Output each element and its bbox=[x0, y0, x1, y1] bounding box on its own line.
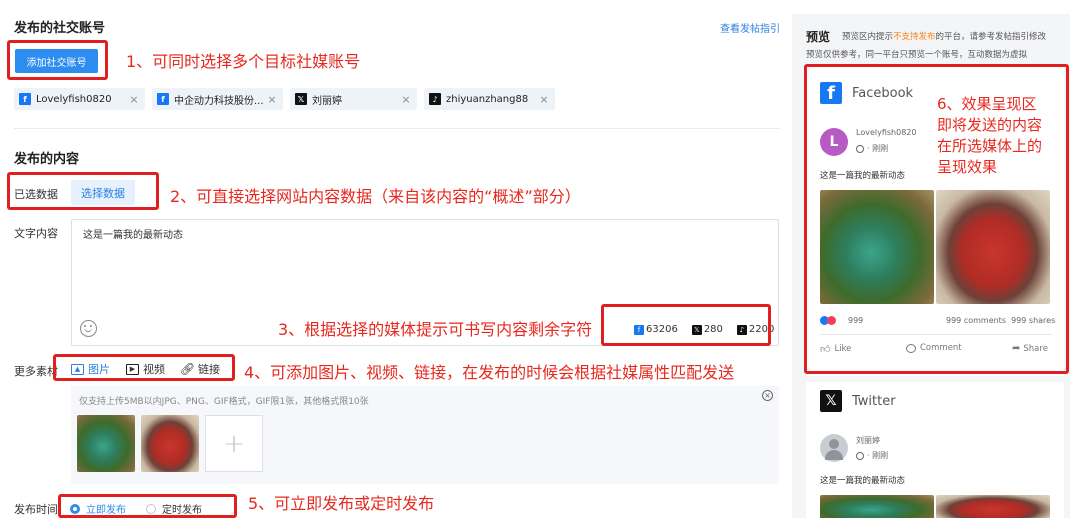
upload-area: 仅支持上传5MB以内JPG、PNG、GIF格式，GIF限1张，其他格式限10张 … bbox=[71, 386, 779, 484]
preview-title: 预览 bbox=[806, 30, 831, 44]
account-chip-facebook-2: f 中企动力科技股份... × bbox=[152, 88, 283, 110]
preview-notice: 预览区内提示不支持发布的平台，请参考发帖指引修改 bbox=[842, 30, 1046, 42]
account-chip-facebook-1: f Lovelyfish0820 × bbox=[14, 88, 145, 110]
facebook-icon: f bbox=[19, 93, 31, 105]
annotation-box-5 bbox=[58, 494, 237, 518]
annotation-box-4 bbox=[53, 354, 235, 381]
annotation-6-line: 即将发送的内容 bbox=[937, 116, 1043, 134]
facebook-icon: f bbox=[157, 93, 169, 105]
account-chip-tiktok: ♪ zhiyuanzhang88 × bbox=[424, 88, 555, 110]
twitter-post-time: · 刚刚 bbox=[856, 450, 888, 461]
account-chip-x: 𝕏 刘丽婷 × bbox=[290, 88, 417, 110]
globe-icon bbox=[856, 451, 864, 460]
tiktok-icon: ♪ bbox=[429, 93, 441, 105]
x-icon: 𝕏 bbox=[820, 390, 842, 412]
more-media-label: 更多素材 bbox=[14, 365, 58, 378]
annotation-1: 1、可同时选择多个目标社媒账号 bbox=[126, 52, 361, 71]
preview-panel: 预览 预览区内提示不支持发布的平台，请参考发帖指引修改 预览仅供参考，同一平台只… bbox=[792, 14, 1070, 518]
remove-chip-icon[interactable]: × bbox=[127, 93, 141, 106]
annotation-box-3 bbox=[601, 304, 771, 346]
account-chip-label: Lovelyfish0820 bbox=[36, 93, 112, 105]
avatar bbox=[820, 434, 848, 462]
twitter-platform-name: Twitter bbox=[852, 394, 896, 409]
section-divider bbox=[14, 128, 780, 129]
emoji-icon[interactable] bbox=[80, 320, 97, 337]
annotation-box-2 bbox=[7, 172, 159, 210]
close-upload-icon[interactable]: × bbox=[762, 390, 773, 401]
preview-image bbox=[936, 495, 1050, 518]
post-text-value: 这是一篇我的最新动态 bbox=[83, 230, 183, 241]
annotation-3: 3、根据选择的媒体提示可书写内容剩余字符 bbox=[278, 320, 593, 339]
preview-notice-text: 预览区内提示 bbox=[842, 32, 894, 42]
content-section-title: 发布的内容 bbox=[14, 152, 80, 167]
remove-chip-icon[interactable]: × bbox=[537, 93, 551, 106]
accounts-section-title: 发布的社交账号 bbox=[14, 21, 106, 36]
annotation-6-line: 呈现效果 bbox=[937, 158, 998, 176]
annotation-4: 4、可添加图片、视频、链接，在发布的时候会根据社媒属性匹配发送 bbox=[244, 363, 735, 382]
uploaded-image-thumb[interactable] bbox=[77, 415, 135, 472]
annotation-6-line: 在所选媒体上的 bbox=[937, 137, 1043, 155]
publish-time-label: 发布时间 bbox=[14, 503, 58, 516]
twitter-preview-card: 𝕏 Twitter 刘丽婷 · 刚刚 这是一篇我的最新动态 bbox=[806, 382, 1064, 518]
remove-chip-icon[interactable]: × bbox=[399, 93, 413, 106]
text-content-label: 文字内容 bbox=[14, 227, 58, 240]
preview-notice-line2: 预览仅供参考，同一平台只预览一个账号，互动数据为虚拟 bbox=[806, 50, 1028, 60]
annotation-6: 6、效果呈现区 即将发送的内容 在所选媒体上的 呈现效果 bbox=[937, 94, 1042, 178]
post-time-text: · 刚刚 bbox=[867, 451, 889, 460]
annotation-box-1 bbox=[7, 40, 108, 80]
preview-image bbox=[820, 495, 934, 518]
account-chip-label: zhiyuanzhang88 bbox=[446, 93, 529, 105]
account-chip-label: 刘丽婷 bbox=[312, 95, 342, 107]
annotation-5: 5、可立即发布或定时发布 bbox=[248, 494, 435, 513]
x-icon: 𝕏 bbox=[295, 93, 307, 105]
uploaded-image-thumb[interactable] bbox=[141, 415, 199, 472]
annotation-6-line: 6、效果呈现区 bbox=[937, 95, 1037, 113]
add-image-button[interactable]: + bbox=[205, 415, 263, 472]
upload-hint: 仅支持上传5MB以内JPG、PNG、GIF格式，GIF限1张，其他格式限10张 bbox=[79, 397, 369, 407]
remove-chip-icon[interactable]: × bbox=[265, 93, 279, 106]
account-chip-label: 中企动力科技股份... bbox=[174, 95, 264, 107]
preview-notice-highlight: 不支持发布 bbox=[893, 32, 936, 42]
posting-guide-link[interactable]: 查看发帖指引 bbox=[720, 20, 780, 35]
preview-notice-text: 的平台，请参考发帖指引修改 bbox=[935, 32, 1047, 42]
twitter-post-text: 这是一篇我的最新动态 bbox=[820, 476, 906, 486]
twitter-account-name: 刘丽婷 bbox=[856, 436, 880, 445]
annotation-2: 2、可直接选择网站内容数据（来自该内容的“概述”部分） bbox=[170, 187, 581, 206]
